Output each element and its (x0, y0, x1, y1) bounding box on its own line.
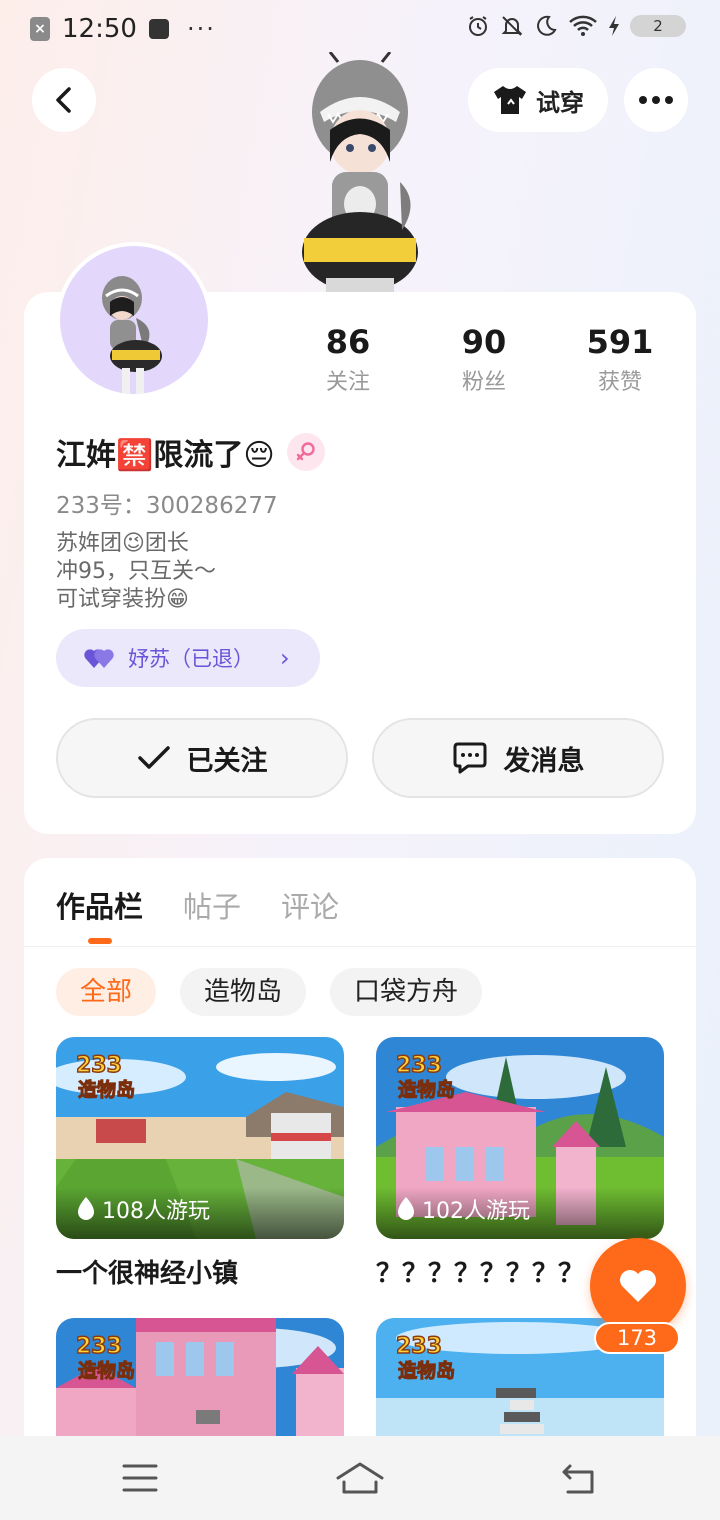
more-button[interactable] (624, 68, 688, 132)
return-icon (562, 1464, 594, 1494)
mute-bell-icon (501, 16, 523, 36)
home-icon (336, 1462, 384, 1494)
home-button[interactable] (334, 1458, 386, 1502)
tab-posts[interactable]: 帖子 (183, 884, 241, 926)
notification-close-icon: × (30, 17, 50, 41)
tab-indicator (88, 938, 112, 944)
stat-label: 粉丝 (461, 370, 506, 395)
shirt-icon (494, 86, 526, 114)
try-on-label: 试穿 (536, 88, 584, 117)
chip-creation-island[interactable]: 造物岛 (180, 968, 307, 1016)
avatar[interactable] (56, 242, 212, 398)
status-bar: × 12:50 ··· 2 (0, 0, 720, 56)
return-button[interactable] (560, 1458, 600, 1502)
system-nav-bar (0, 1436, 720, 1520)
game-title: 一个很神经小镇 (56, 1259, 239, 1289)
user-id: 233号：300286277 (56, 493, 278, 519)
alarm-icon (469, 16, 487, 36)
menu-button[interactable] (122, 1458, 158, 1502)
following-button[interactable]: 已关注 (56, 718, 348, 798)
chip-pocket-ark[interactable]: 口袋方舟 (330, 968, 483, 1016)
game-card[interactable]: 233 造物岛 108人游玩 一个很神经小镇 (56, 1037, 344, 1290)
stat-label: 获赞 (597, 370, 642, 395)
following-label: 已关注 (186, 745, 268, 777)
bio: 苏姩团😉团长 冲95，只互关～ 可试穿装扮😁 (56, 530, 216, 614)
creation-island-logo: 233 造物岛 (75, 1333, 136, 1382)
stat-followers[interactable]: 90 粉丝 (416, 322, 552, 396)
bio-line: 可试穿装扮😁 (56, 587, 189, 612)
tab-works[interactable]: 作品栏 (56, 884, 143, 926)
filter-chips: 全部 造物岛 口袋方舟 (56, 968, 483, 1016)
user-name: 江姩🈲限流了😔 (56, 438, 275, 473)
play-count: 102人游玩 (396, 1193, 530, 1225)
female-icon (286, 433, 325, 471)
status-time: 12:50 (62, 14, 137, 44)
back-button[interactable] (32, 68, 96, 132)
like-button[interactable] (590, 1238, 686, 1334)
notification-app-icon (148, 19, 169, 39)
name-row: 江姩🈲限流了😔 (56, 430, 325, 474)
creation-island-logo: 233 造物岛 (395, 1333, 456, 1382)
avatar-3d-figure[interactable] (290, 51, 430, 294)
play-count: 108人游玩 (76, 1193, 210, 1225)
more-icon (639, 96, 673, 104)
back-icon (56, 87, 71, 113)
like-count: 173 (594, 1322, 680, 1354)
game-thumbnail: 233 造物岛 102人游玩 (376, 1037, 664, 1239)
status-more: ··· (186, 15, 216, 43)
creation-island-logo: 233 造物岛 (395, 1052, 456, 1101)
check-icon (137, 746, 170, 769)
chip-all[interactable]: 全部 (56, 968, 157, 1016)
stat-label: 关注 (325, 370, 370, 395)
battery-indicator: 2 (630, 15, 686, 37)
group-tag-label: 妤苏（已退） (128, 647, 254, 671)
fire-icon (398, 1197, 414, 1220)
menu-icon (122, 1464, 158, 1492)
try-on-button[interactable]: 试穿 (468, 68, 608, 132)
fire-icon (78, 1197, 94, 1220)
stat-value: 591 (586, 323, 654, 361)
game-thumbnail: 233 造物岛 108人游玩 (56, 1037, 344, 1239)
play-count-label: 108人游玩 (102, 1199, 210, 1224)
stat-value: 90 (461, 323, 507, 361)
play-count-label: 102人游玩 (422, 1199, 530, 1224)
chevron-right-icon: › (280, 644, 290, 672)
bio-line: 苏姩团😉团长 (56, 531, 189, 556)
bio-line: 冲95，只互关～ (56, 559, 216, 584)
message-label: 发消息 (503, 745, 585, 777)
heart-icon (620, 1270, 656, 1302)
stat-value: 86 (325, 323, 371, 361)
moon-icon (537, 15, 557, 36)
tab-comments[interactable]: 评论 (281, 884, 339, 926)
message-button[interactable]: 发消息 (372, 718, 664, 798)
creation-island-logo: 233 造物岛 (75, 1052, 136, 1101)
stat-likes[interactable]: 591 获赞 (552, 322, 688, 396)
heart-icon (84, 649, 114, 668)
wifi-icon (569, 15, 597, 36)
stat-following[interactable]: 86 关注 (280, 322, 416, 396)
group-tag[interactable]: 妤苏（已退） › (56, 629, 320, 687)
tab-bar: 作品栏 帖子 评论 (56, 884, 339, 926)
chat-icon (453, 742, 486, 774)
charging-icon (609, 16, 619, 36)
divider (24, 946, 696, 947)
stats-row: 86 关注 90 粉丝 591 获赞 (280, 322, 690, 396)
works-card: 作品栏 帖子 评论 全部 造物岛 口袋方舟 233 造物岛 108人游玩 一个很… (24, 858, 696, 1520)
